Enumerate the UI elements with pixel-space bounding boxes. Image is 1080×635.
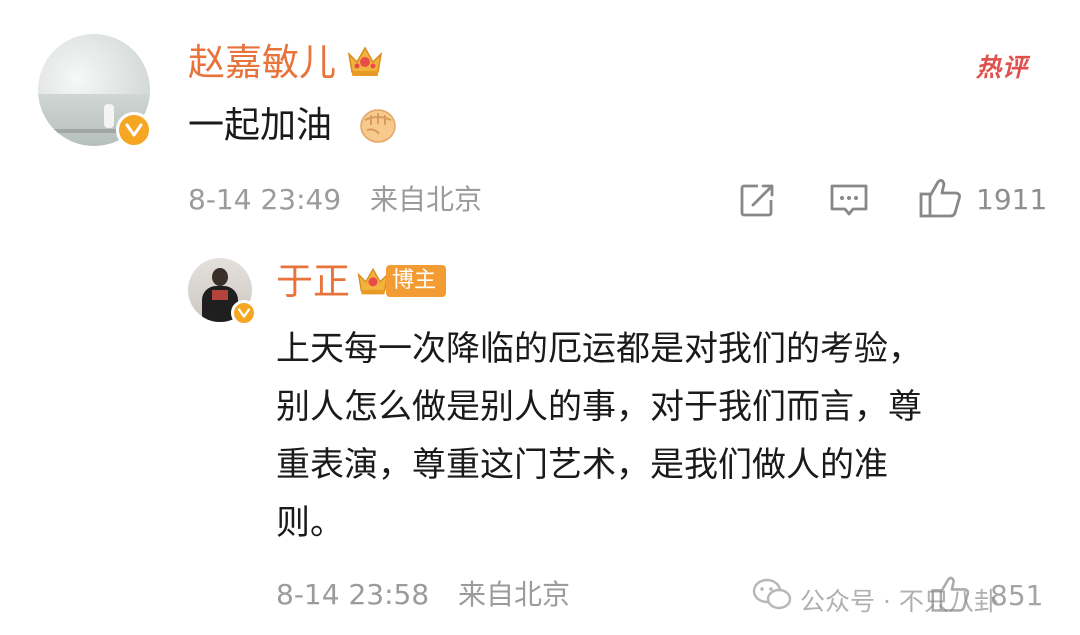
reply-like-count: 851 xyxy=(990,579,1044,612)
comment-text: 一起加油 xyxy=(188,105,333,146)
fist-emoji-icon xyxy=(357,104,399,146)
like-icon[interactable] xyxy=(930,573,972,615)
reply-line: 重表演，尊重这门艺术，是我们做人的准 xyxy=(276,445,888,485)
reply-line: 则。 xyxy=(276,503,344,543)
reply-location: 来自北京 xyxy=(458,578,571,611)
reply-text: 上天每一次降临的厄运都是对我们的考验， 别人怎么做是别人的事，对于我们而言，尊 … xyxy=(276,320,1046,552)
crown-icon xyxy=(345,40,385,80)
wechat-logo-icon xyxy=(752,577,792,613)
commenter-username[interactable]: 赵嘉敏儿 xyxy=(188,44,336,81)
comment-timestamp: 8-14 23:49 xyxy=(188,183,342,216)
reply-timestamp: 8-14 23:58 xyxy=(276,578,430,611)
share-icon[interactable] xyxy=(738,181,778,219)
like-icon[interactable] xyxy=(918,176,964,220)
comment-icon[interactable] xyxy=(828,181,870,219)
replier-username[interactable]: 于正 xyxy=(276,263,350,300)
blogger-badge: 博主 xyxy=(386,265,447,297)
verified-badge-icon xyxy=(116,112,152,148)
reply-line: 上天每一次降临的厄运都是对我们的考验， xyxy=(276,329,922,369)
verified-badge-icon xyxy=(231,300,257,326)
like-count: 1911 xyxy=(976,183,1048,216)
hot-comment-tag: 热评 xyxy=(976,53,1029,82)
comment-location: 来自北京 xyxy=(370,183,483,216)
reply-line: 别人怎么做是别人的事，对于我们而言，尊 xyxy=(276,387,922,427)
